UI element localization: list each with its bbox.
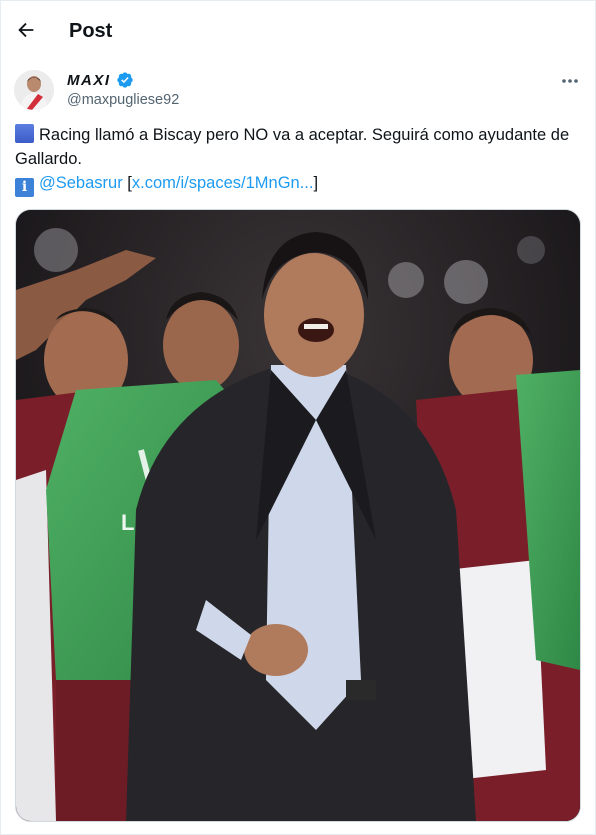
author-name-row: MAXI [67, 71, 134, 89]
back-button[interactable] [13, 17, 39, 43]
tweet-line-2: i @Sebasrur [x.com/i/spaces/1MnGn...] [15, 171, 581, 197]
tweet-line-1: Racing llamó a Biscay pero NO va a acept… [15, 123, 581, 171]
tweet-body: Racing llamó a Biscay pero NO va a acept… [15, 126, 570, 168]
mention-link[interactable]: @Sebasrur [39, 174, 123, 192]
space-link[interactable]: x.com/i/spaces/1MnGn... [132, 174, 314, 192]
information-emoji-icon: i [15, 178, 34, 197]
more-horizontal-icon [562, 79, 578, 83]
photo-illustration: LIBERT [16, 210, 580, 821]
blue-square-emoji-icon [15, 124, 34, 143]
bracket-close: ] [313, 174, 319, 192]
avatar-image [14, 70, 54, 110]
author-handle[interactable]: @maxpugliese92 [67, 92, 179, 108]
post-view: Post MAXI @maxpugliese92 Racing llamó a … [0, 0, 596, 835]
tweet-photo[interactable]: LIBERT [15, 209, 581, 822]
avatar[interactable] [14, 70, 54, 110]
tweet-text: Racing llamó a Biscay pero NO va a acept… [15, 123, 581, 197]
verified-badge-icon [116, 72, 133, 88]
post-header: Post [1, 1, 595, 61]
more-options-button[interactable] [558, 71, 582, 91]
arrow-left-icon [18, 22, 34, 38]
page-title: Post [69, 20, 113, 42]
display-name[interactable]: MAXI [67, 72, 111, 89]
